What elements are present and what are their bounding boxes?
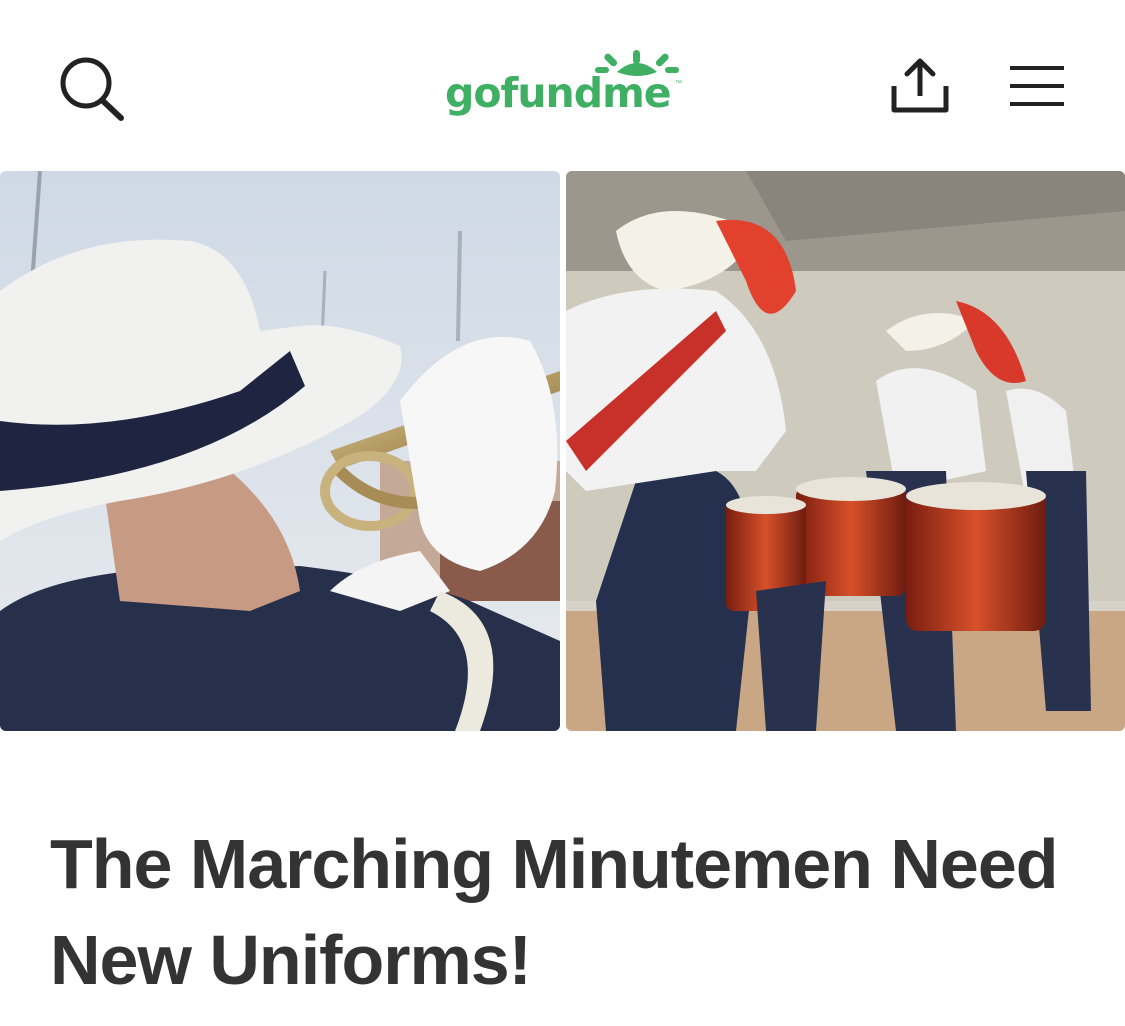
drumline-photo[interactable] (566, 171, 1125, 731)
hamburger-menu-icon (1010, 66, 1064, 106)
logo-wordmark: gofundme (445, 69, 672, 117)
logo-trademark: ™ (675, 80, 682, 87)
campaign-title: The Marching Minutemen Need New Uniforms… (50, 825, 1059, 999)
top-nav-bar: gofundme ™ (0, 0, 1125, 171)
search-icon (60, 57, 124, 121)
gofundme-logo[interactable]: gofundme ™ (445, 50, 685, 122)
trumpet-player-photo[interactable] (0, 171, 560, 731)
menu-button[interactable] (1008, 64, 1066, 108)
search-button[interactable] (58, 56, 126, 122)
share-icon (891, 58, 949, 113)
share-button[interactable] (888, 56, 952, 116)
